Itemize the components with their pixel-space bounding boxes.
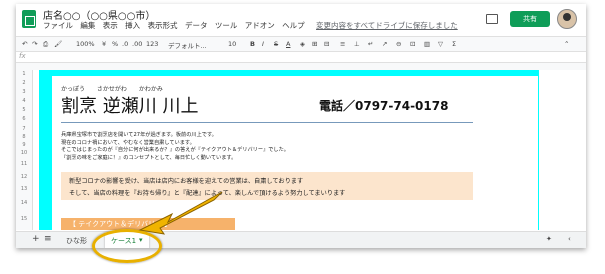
- chart-icon[interactable]: ▥: [424, 40, 430, 48]
- row-number[interactable]: 14: [16, 200, 32, 206]
- avatar[interactable]: [557, 9, 577, 29]
- menu-addons[interactable]: アドオン: [245, 21, 275, 30]
- intro-text: 兵庫県宝塚市で割烹店を開いて27年が過ぎます。板前の川上です。 現在のコロナ禍に…: [61, 132, 289, 162]
- menu-data[interactable]: データ: [185, 21, 208, 30]
- percent-button[interactable]: %: [112, 40, 118, 48]
- phone-cell[interactable]: 電話／0797-74-0178: [319, 97, 448, 114]
- link-icon[interactable]: ⊖: [396, 40, 401, 48]
- comment-add-icon[interactable]: ⊡: [410, 40, 415, 48]
- decrease-decimal-button[interactable]: .0: [122, 40, 128, 48]
- fx-icon: fx: [19, 52, 26, 60]
- row-number[interactable]: 11: [16, 161, 32, 167]
- intro-line[interactable]: そこではじまったのが『自分に何が出来るか？』の答えが『テイクアウト＆デリバリー』…: [61, 147, 289, 155]
- align-left-icon[interactable]: ≡: [340, 40, 345, 48]
- pointer-arrow-icon: [138, 191, 223, 235]
- menu-format[interactable]: 表示形式: [148, 21, 178, 30]
- row-number[interactable]: 8: [16, 134, 32, 140]
- explore-icon[interactable]: ✦: [546, 235, 552, 243]
- filter-icon[interactable]: ▽: [438, 40, 443, 48]
- menu-file[interactable]: ファイル: [43, 21, 73, 30]
- font-select[interactable]: デフォルト...: [168, 40, 207, 50]
- collapse-toolbar-icon[interactable]: ⌃: [564, 40, 569, 48]
- text-color-button[interactable]: A: [286, 40, 290, 48]
- row-number[interactable]: 5: [16, 107, 32, 113]
- font-size-select[interactable]: 10: [228, 40, 236, 48]
- bold-button[interactable]: B: [250, 40, 255, 48]
- restaurant-name-cell[interactable]: 割烹 逆瀬川 川上: [61, 92, 198, 118]
- comment-icon[interactable]: [486, 14, 498, 24]
- row-number[interactable]: 10: [16, 150, 32, 156]
- all-sheets-button[interactable]: ≡: [44, 234, 52, 244]
- row-number[interactable]: 7: [16, 126, 32, 132]
- divider: [61, 122, 473, 123]
- strikethrough-button[interactable]: S: [274, 40, 278, 48]
- row-header: 1 2 3 4 5 6 7 8 9 10 11 12 13 14 15: [16, 70, 33, 230]
- row-number[interactable]: 13: [16, 186, 32, 192]
- valign-icon[interactable]: ⊥: [354, 40, 360, 48]
- zoom-select[interactable]: 100%: [76, 40, 95, 48]
- intro-line[interactable]: 兵庫県宝塚市で割烹店を開いて27年が過ぎます。板前の川上です。: [61, 132, 289, 140]
- row-number[interactable]: 12: [16, 174, 32, 180]
- share-button[interactable]: 共有: [510, 11, 550, 27]
- row-number[interactable]: 3: [16, 89, 32, 95]
- screenshot-frame: 店名○○（○○県○○市） ファイル 編集 表示 挿入 表示形式 データ ツール …: [16, 4, 586, 248]
- functions-icon[interactable]: Σ: [452, 40, 456, 48]
- currency-button[interactable]: ¥: [102, 40, 106, 48]
- toolbar: ↶ ↷ ⎙ 🖌 100% ¥ % .0 .00 123 デフォルト... 10 …: [16, 36, 586, 52]
- row-number[interactable]: 2: [16, 80, 32, 86]
- cyan-border-cells: かっぽう さかせがわ かわかみ 割烹 逆瀬川 川上 電話／0797-74-017…: [39, 70, 539, 230]
- menu-insert[interactable]: 挿入: [125, 21, 140, 30]
- menu-bar: ファイル 編集 表示 挿入 表示形式 データ ツール アドオン ヘルプ 変更内容…: [43, 20, 463, 31]
- redo-icon[interactable]: ↷: [32, 40, 37, 48]
- collapse-sidebar-icon[interactable]: ‹: [568, 235, 571, 243]
- notice-box: 新型コロナの影響を受け、当店は店内にお客様を迎えての営業は、自粛しております そ…: [61, 172, 473, 200]
- sheets-logo-icon[interactable]: [22, 10, 36, 28]
- merge-cells-icon[interactable]: ⊟: [324, 40, 329, 48]
- intro-line[interactable]: 『割烹の味をご家庭に！』のコンセプトとして、毎日忙しく動いています。: [61, 155, 289, 163]
- menu-help[interactable]: ヘルプ: [282, 21, 305, 30]
- title-bar: 店名○○（○○県○○市） ファイル 編集 表示 挿入 表示形式 データ ツール …: [16, 4, 586, 34]
- row-number[interactable]: 1: [16, 71, 32, 77]
- paint-format-icon[interactable]: 🖌: [54, 40, 62, 48]
- sheet-tab-hinagata[interactable]: ひな形: [66, 236, 87, 246]
- rotate-icon[interactable]: ↗: [382, 40, 387, 48]
- menu-edit[interactable]: 編集: [80, 21, 95, 30]
- save-status[interactable]: 変更内容をすべてドライブに保存しました: [316, 21, 458, 30]
- sheet-grid[interactable]: かっぽう さかせがわ かわかみ 割烹 逆瀬川 川上 電話／0797-74-017…: [33, 70, 586, 230]
- menu-tools[interactable]: ツール: [215, 21, 238, 30]
- row-number[interactable]: 9: [16, 142, 32, 148]
- row-number[interactable]: 15: [16, 216, 32, 222]
- menu-view[interactable]: 表示: [103, 21, 118, 30]
- print-icon[interactable]: ⎙: [43, 40, 48, 49]
- add-sheet-button[interactable]: +: [32, 234, 40, 244]
- formula-bar[interactable]: fx: [16, 52, 586, 63]
- flyer-area: かっぽう さかせがわ かわかみ 割烹 逆瀬川 川上 電話／0797-74-017…: [52, 76, 538, 230]
- increase-decimal-button[interactable]: .00: [132, 40, 142, 48]
- italic-button[interactable]: I: [262, 40, 264, 48]
- borders-icon[interactable]: ⊞: [312, 40, 317, 48]
- row-number[interactable]: 4: [16, 98, 32, 104]
- row-number[interactable]: 6: [16, 116, 32, 122]
- notice-line[interactable]: 新型コロナの影響を受け、当店は店内にお客様を迎えての営業は、自粛しております: [69, 176, 303, 185]
- number-format-select[interactable]: 123: [146, 40, 158, 48]
- undo-icon[interactable]: ↶: [22, 40, 27, 48]
- fill-color-icon[interactable]: ◈: [300, 40, 305, 48]
- wrap-icon[interactable]: ↵: [368, 40, 373, 48]
